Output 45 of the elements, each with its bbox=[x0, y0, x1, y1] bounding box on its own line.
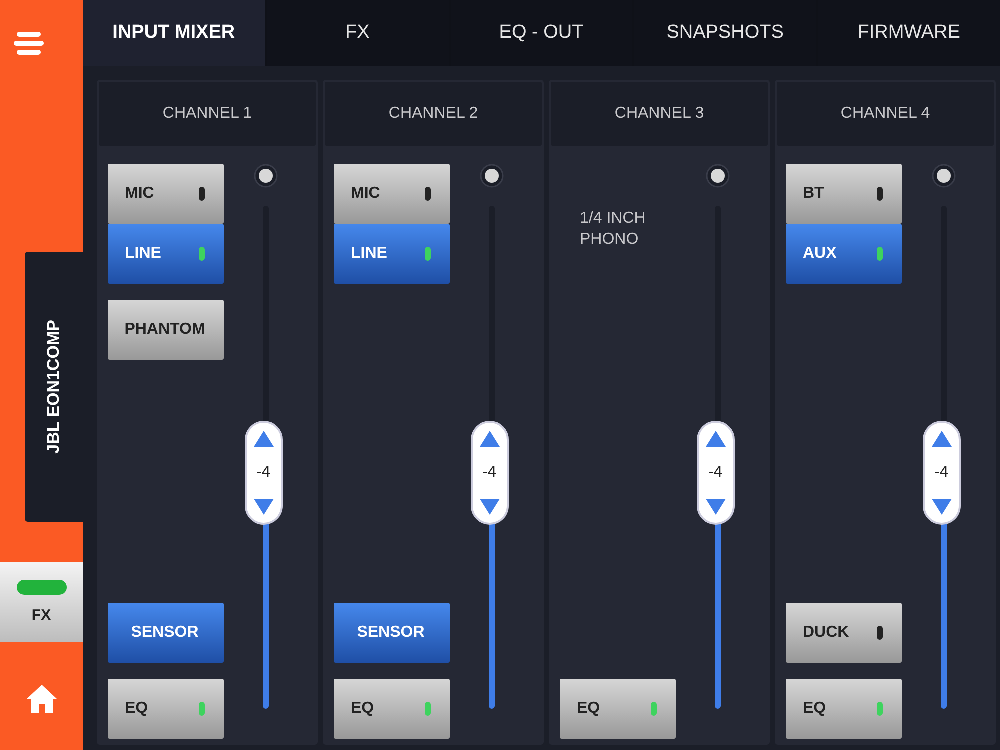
fx-button[interactable]: FX bbox=[0, 562, 83, 642]
home-icon[interactable] bbox=[26, 684, 58, 714]
toggle-button[interactable]: BT bbox=[786, 164, 902, 224]
down-arrow-icon[interactable] bbox=[480, 498, 500, 515]
toggle-button[interactable]: LINE bbox=[108, 224, 224, 284]
up-arrow-icon[interactable] bbox=[706, 430, 726, 447]
indicator-lamp-icon bbox=[932, 164, 956, 188]
toggle-button[interactable]: PHANTOM bbox=[108, 300, 224, 360]
toggle-button[interactable]: AUX bbox=[786, 224, 902, 284]
tab[interactable]: INPUT MIXER bbox=[83, 0, 265, 66]
indicator-lamp-icon bbox=[254, 164, 278, 188]
indicator-lamp-icon bbox=[480, 164, 504, 188]
fader-handle[interactable]: -4 bbox=[244, 420, 282, 525]
channel-title: CHANNEL 1 bbox=[162, 105, 252, 123]
fader-value: -4 bbox=[256, 464, 271, 482]
toggle-button[interactable]: EQ bbox=[108, 679, 224, 739]
fader-value: -4 bbox=[708, 464, 723, 482]
toggle-button[interactable]: LINE bbox=[334, 224, 450, 284]
channel-title: CHANNEL 3 bbox=[614, 105, 704, 123]
down-arrow-icon[interactable] bbox=[932, 498, 952, 515]
down-arrow-icon[interactable] bbox=[706, 498, 726, 515]
up-arrow-icon[interactable] bbox=[254, 430, 274, 447]
toggle-button[interactable]: EQ bbox=[334, 679, 450, 739]
fader-value: -4 bbox=[482, 464, 497, 482]
input-type-label: 1/4 INCH PHONO bbox=[580, 209, 647, 250]
toggle-button[interactable]: SENSOR bbox=[334, 603, 450, 663]
fader-handle[interactable]: -4 bbox=[696, 420, 734, 525]
toggle-button[interactable]: MIC bbox=[334, 164, 450, 224]
device-tab[interactable]: JBL EON1COMP bbox=[25, 252, 83, 522]
up-arrow-icon[interactable] bbox=[932, 430, 952, 447]
toggle-button[interactable]: MIC bbox=[108, 164, 224, 224]
fader-handle[interactable]: -4 bbox=[922, 420, 960, 525]
channel-title: CHANNEL 2 bbox=[388, 105, 478, 123]
device-name: JBL EON1COMP bbox=[44, 320, 64, 454]
down-arrow-icon[interactable] bbox=[254, 498, 274, 515]
menu-icon[interactable] bbox=[14, 30, 44, 58]
toggle-button[interactable]: SENSOR bbox=[108, 603, 224, 663]
toggle-button[interactable]: DUCK bbox=[786, 603, 902, 663]
toggle-button[interactable]: EQ bbox=[560, 679, 676, 739]
fader-value: -4 bbox=[934, 464, 949, 482]
indicator-lamp-icon bbox=[706, 164, 730, 188]
toggle-button[interactable]: EQ bbox=[786, 679, 902, 739]
channel-title: CHANNEL 4 bbox=[840, 105, 930, 123]
fader-handle[interactable]: -4 bbox=[470, 420, 508, 525]
up-arrow-icon[interactable] bbox=[480, 430, 500, 447]
